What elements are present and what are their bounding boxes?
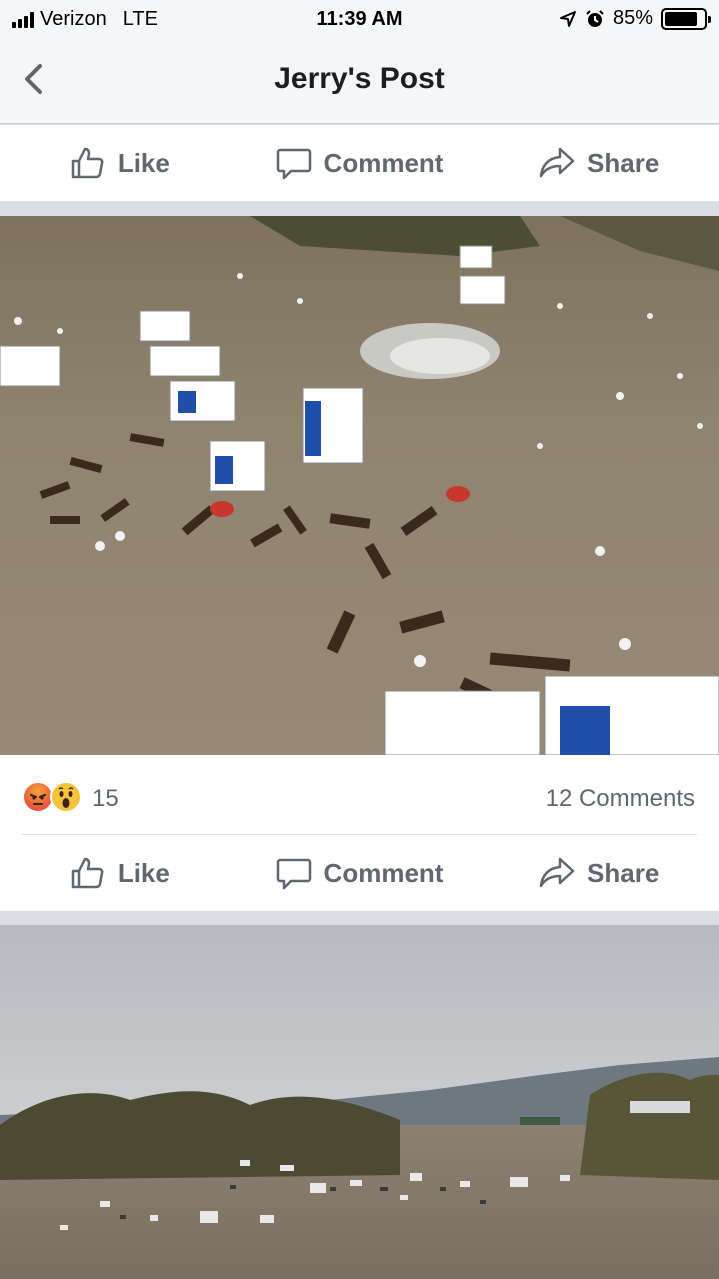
location-arrow-icon bbox=[559, 10, 576, 27]
share-label: Share bbox=[587, 857, 660, 888]
page-title: Jerry's Post bbox=[274, 62, 445, 95]
status-bar: Verizon LTE 11:39 AM 85% bbox=[0, 0, 719, 40]
thumbs-up-icon bbox=[71, 147, 104, 179]
post-photo-graphic bbox=[0, 216, 719, 755]
comment-bubble-icon bbox=[276, 148, 311, 180]
share-arrow-icon bbox=[539, 857, 575, 888]
comment-label: Comment bbox=[323, 147, 444, 178]
reaction-icons bbox=[22, 781, 82, 813]
navigation-bar: Jerry's Post bbox=[0, 40, 719, 124]
comment-button[interactable]: Comment bbox=[240, 145, 480, 181]
like-label: Like bbox=[117, 857, 170, 888]
share-button[interactable]: Share bbox=[479, 145, 719, 181]
share-label: Share bbox=[587, 147, 660, 178]
like-label: Like bbox=[117, 147, 170, 178]
comment-label: Comment bbox=[323, 857, 444, 888]
reaction-count: 15 bbox=[92, 785, 119, 812]
battery-percent: 85% bbox=[612, 7, 653, 29]
second-post-photo-graphic bbox=[0, 925, 719, 1279]
action-bar-top: Like Comment Share bbox=[0, 125, 719, 201]
action-bar-bottom: Like Comment Share bbox=[0, 835, 719, 911]
comment-bubble-icon bbox=[276, 858, 311, 890]
comment-button[interactable]: Comment bbox=[240, 855, 480, 891]
alarm-clock-icon bbox=[586, 9, 604, 27]
like-button[interactable]: Like bbox=[0, 855, 240, 891]
comment-count-link[interactable]: 12 Comments bbox=[546, 785, 695, 813]
share-arrow-icon bbox=[539, 147, 575, 178]
second-post-photo[interactable] bbox=[0, 925, 719, 1279]
battery-icon bbox=[661, 7, 711, 30]
share-button[interactable]: Share bbox=[479, 855, 719, 891]
post-photo[interactable] bbox=[0, 216, 719, 755]
reactions-summary[interactable]: 15 12 Comments bbox=[0, 755, 719, 835]
wow-reaction-icon bbox=[50, 781, 82, 813]
like-button[interactable]: Like bbox=[0, 145, 240, 181]
thumbs-up-icon bbox=[71, 857, 104, 889]
